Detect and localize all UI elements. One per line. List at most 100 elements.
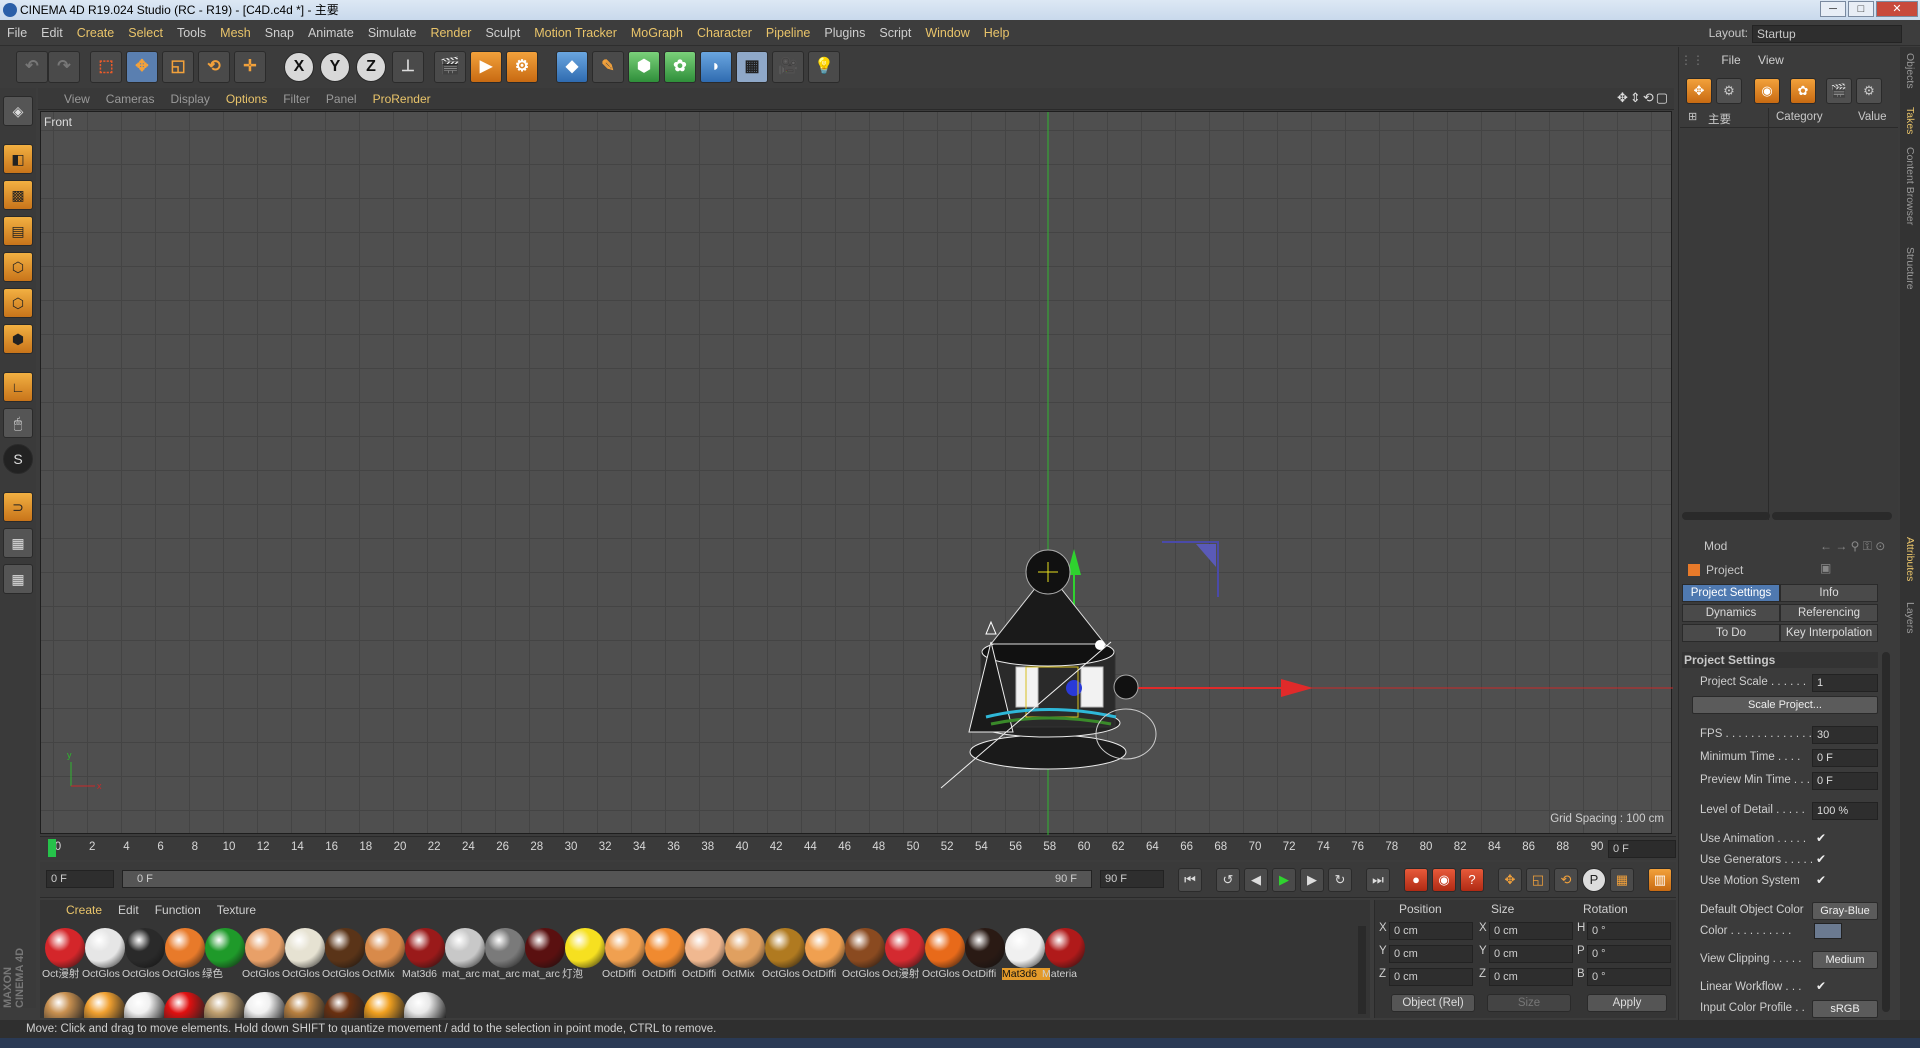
side-tab-structure[interactable]: Structure [1902,247,1918,290]
vp-menu-options[interactable]: Options [218,88,275,110]
obj-hscroll-left[interactable] [1682,512,1770,520]
start-frame-field[interactable]: 0 F [46,870,114,888]
material-swatch[interactable]: OctGlos [842,926,886,980]
material-swatch-row2[interactable] [124,992,166,1018]
end-frame-field[interactable]: 90 F [1100,870,1164,888]
material-scrollbar[interactable] [1358,926,1366,1014]
menu-tools[interactable]: Tools [170,20,213,46]
previous-key-icon[interactable]: ↺ [1216,868,1240,892]
attr-fps-value[interactable]: 30 [1812,726,1878,744]
close-button[interactable]: ✕ [1876,1,1918,17]
scale-tool-icon[interactable]: ◱ [162,51,194,83]
coord-mode-dropdown[interactable]: Object (Rel) [1391,994,1475,1012]
tab-dynamics[interactable]: Dynamics [1682,604,1780,622]
menu-character[interactable]: Character [690,20,759,46]
points-mode-icon[interactable]: ⬡ [3,252,33,282]
material-swatch-row2[interactable] [404,992,446,1018]
material-swatch[interactable]: Mat3d6 [1002,926,1050,980]
next-key-icon[interactable]: ↻ [1328,868,1352,892]
maximize-button[interactable]: □ [1848,1,1874,17]
vp-menu-filter[interactable]: Filter [275,88,318,110]
vp-menu-display[interactable]: Display [162,88,217,110]
obj-toolbar-icon-1[interactable]: ✥ [1686,78,1712,104]
cube-object-icon[interactable]: ◆ [556,51,588,83]
side-tab-objects[interactable]: Objects [1902,53,1918,89]
planar-workplane-icon[interactable]: ▦ [3,564,33,594]
material-swatch[interactable]: Mat3d6 [402,926,446,980]
material-swatch[interactable]: OctGlos [922,926,966,980]
material-swatch[interactable]: OctMix [722,926,766,980]
y-axis-lock-icon[interactable]: Y [320,52,350,82]
mat-menu-function[interactable]: Function [147,900,209,920]
play-icon[interactable]: ▶ [1272,868,1296,892]
menu-select[interactable]: Select [121,20,170,46]
material-swatch-row2[interactable] [284,992,326,1018]
menu-render[interactable]: Render [423,20,478,46]
attr-lod-value[interactable]: 100 % [1812,802,1878,820]
material-swatch[interactable]: OctGlos [242,926,286,980]
lock-workplane-icon[interactable]: ▦ [3,528,33,558]
material-swatch[interactable]: OctGlos [762,926,806,980]
default-color-dropdown[interactable]: Gray-Blue [1812,902,1878,920]
light-icon[interactable]: 💡 [808,51,840,83]
linear-workflow-checkbox[interactable]: ✔ [1816,979,1826,993]
go-to-end-icon[interactable]: ⏭ [1366,868,1390,892]
material-swatch[interactable]: mat_arc [482,926,526,980]
make-editable-icon[interactable]: ◈ [3,96,33,126]
coord-rotation-field[interactable]: 0 ° [1587,945,1671,963]
material-swatch[interactable]: OctGlos [82,926,126,980]
menu-script[interactable]: Script [872,20,918,46]
input-profile-dropdown[interactable]: sRGB [1812,1000,1878,1018]
material-swatch[interactable]: OctDiffi [802,926,846,980]
side-tab-layers[interactable]: Layers [1902,602,1918,634]
tab-project-settings[interactable]: Project Settings [1682,584,1780,602]
menu-mograph[interactable]: MoGraph [624,20,690,46]
workplane-icon[interactable]: ▤ [3,216,33,246]
menu-mesh[interactable]: Mesh [213,20,258,46]
material-swatch[interactable]: 灯泡 [562,926,606,980]
obj-toolbar-icon-2[interactable]: ⚙ [1716,78,1742,104]
obj-toolbar-icon-3[interactable]: ◉ [1754,78,1780,104]
obj-toolbar-icon-6[interactable]: ⚙ [1856,78,1882,104]
obj-toolbar-icon-5[interactable]: 🎬 [1826,78,1852,104]
material-swatch-row2[interactable] [44,992,86,1018]
render-view-icon[interactable]: 🎬 [434,51,466,83]
texture-mode-icon[interactable]: ▩ [3,180,33,210]
coord-rotation-field[interactable]: 0 ° [1587,968,1671,986]
material-swatch[interactable]: OctGlos [282,926,326,980]
menu-help[interactable]: Help [977,20,1017,46]
subdivision-icon[interactable]: ⬢ [628,51,660,83]
scale-project-button[interactable]: Scale Project... [1692,696,1878,714]
use-generators-checkbox[interactable]: ✔ [1816,852,1826,866]
edges-mode-icon[interactable]: ⬡ [3,288,33,318]
material-swatch-row2[interactable] [244,992,286,1018]
render-picture-viewer-icon[interactable]: ▶ [470,51,502,83]
record-parameter-icon[interactable]: P [1582,868,1606,892]
menu-plugins[interactable]: Plugins [817,20,872,46]
material-swatch[interactable]: OctGlos [162,926,206,980]
record-pla-icon[interactable]: ▦ [1610,868,1634,892]
attr-nav-icons[interactable]: ← → ⚲ ⚿ ⊙ ▣ [1820,535,1898,579]
objects-list[interactable] [1680,130,1898,520]
record-scale-icon[interactable]: ◱ [1526,868,1550,892]
live-selection-icon[interactable]: ⬚ [90,51,122,83]
material-swatch[interactable]: Materia [1042,926,1086,980]
deformer-icon[interactable]: ◗ [700,51,732,83]
viewport-front[interactable]: y x [40,111,1673,835]
minimize-button[interactable]: ─ [1820,1,1846,17]
vp-menu-cameras[interactable]: Cameras [98,88,163,110]
obj-hscroll-right[interactable] [1772,512,1892,520]
tree-item-main[interactable]: 主要 [1708,111,1731,127]
attr-mode-menu[interactable]: Mod [1704,539,1727,553]
material-swatch-row2[interactable] [84,992,126,1018]
axis-mode-icon[interactable]: ∟ [3,372,33,402]
menu-file[interactable]: File [0,20,34,46]
coord-rotation-field[interactable]: 0 ° [1587,922,1671,940]
coord-size-dropdown[interactable]: Size [1487,994,1571,1012]
playhead[interactable] [48,839,56,857]
material-swatch[interactable]: OctDiffi [962,926,1006,980]
cloner-icon[interactable]: ✿ [664,51,696,83]
tab-info[interactable]: Info [1780,584,1878,602]
move-tool-icon[interactable]: ✥ [126,51,158,83]
model-mode-icon[interactable]: ◧ [3,144,33,174]
